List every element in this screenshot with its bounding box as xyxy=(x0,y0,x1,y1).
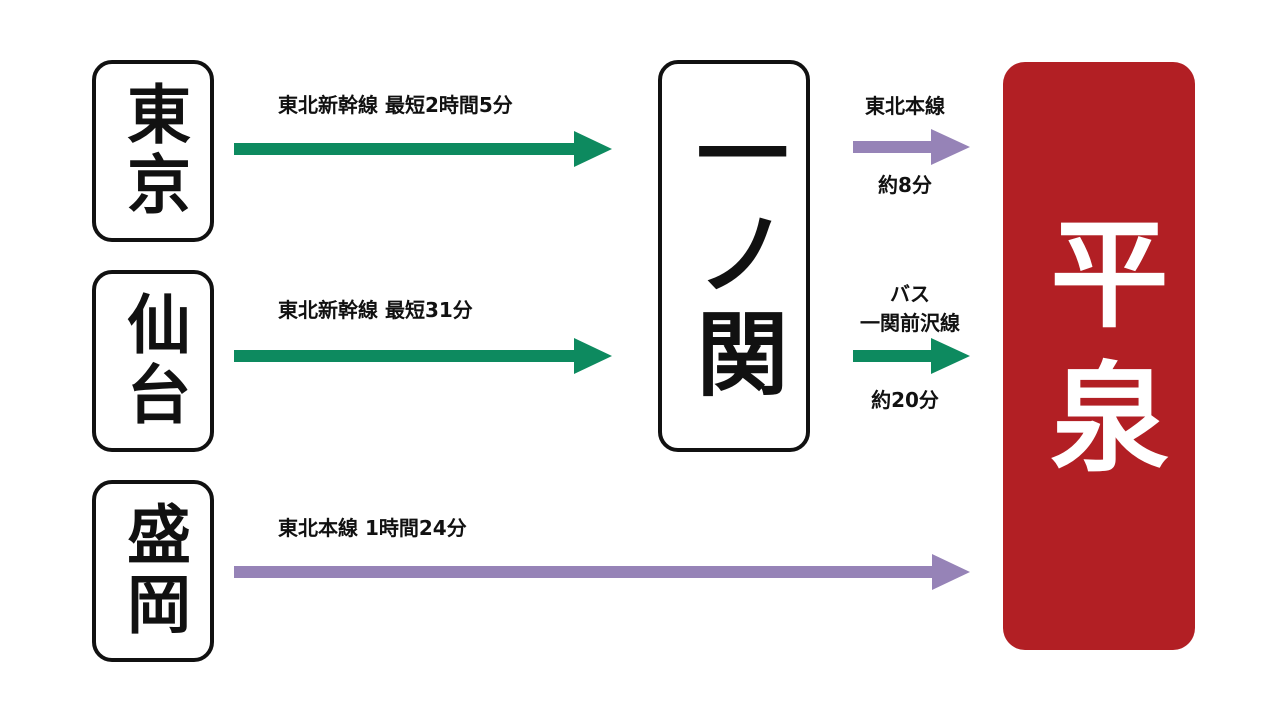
route-ichinoseki-bus-time: 約20分 xyxy=(871,388,939,412)
arrow-tokyo-ichinoseki xyxy=(234,131,612,167)
arrow-sendai-ichinoseki xyxy=(234,338,612,374)
route-label-tokyo: 東北新幹線 最短2時間5分 xyxy=(278,93,513,117)
route-ichinoseki-train-line: 東北本線 xyxy=(865,94,945,118)
route-arrows xyxy=(234,129,970,590)
route-ichinoseki-train-time: 約8分 xyxy=(878,173,932,197)
arrow-ichinoseki-hiraizumi-train xyxy=(853,129,970,165)
route-ichinoseki-bus-mode: バス xyxy=(890,282,930,306)
route-label-sendai: 東北新幹線 最短31分 xyxy=(278,298,473,322)
route-label-morioka: 東北本線 1時間24分 xyxy=(278,516,467,540)
route-ichinoseki-bus-line: 一関前沢線 xyxy=(860,311,960,335)
arrow-ichinoseki-hiraizumi-bus xyxy=(853,338,970,374)
arrow-morioka-hiraizumi xyxy=(234,554,970,590)
